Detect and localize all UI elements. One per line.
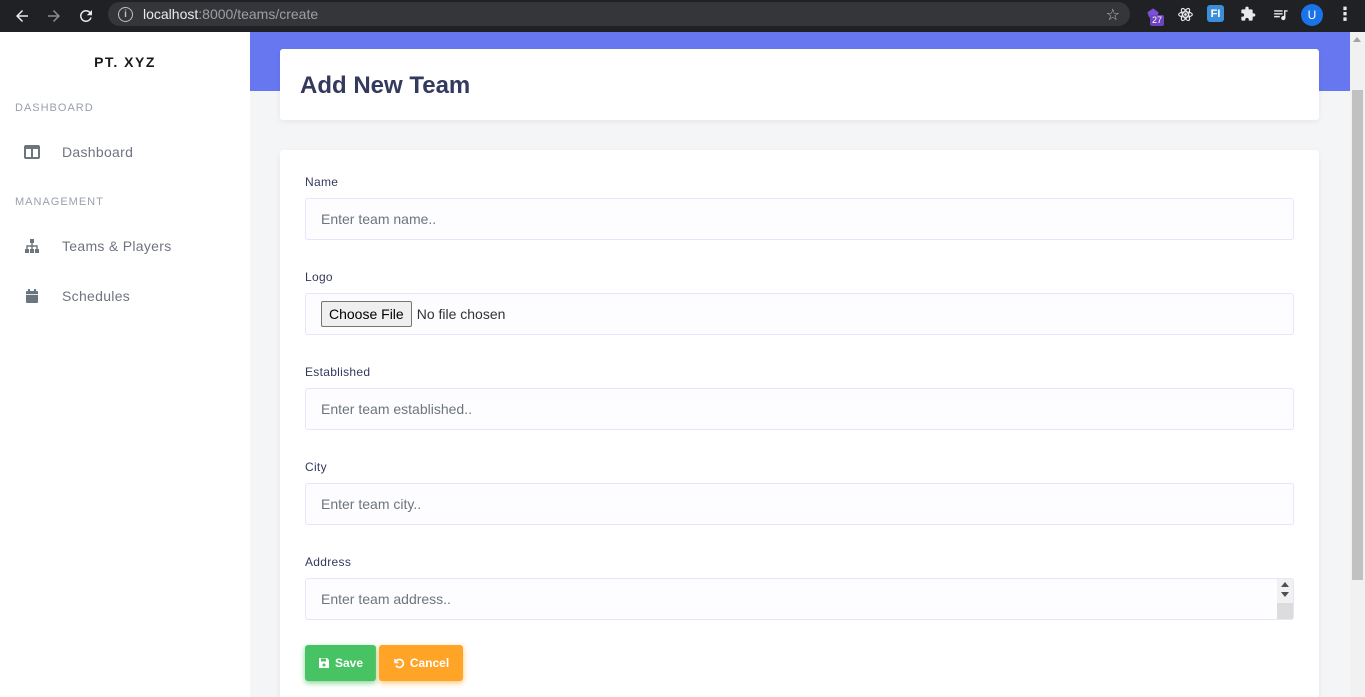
section-header: Add New Team	[280, 49, 1319, 120]
team-address-field	[305, 578, 1294, 620]
columns-icon	[22, 142, 42, 162]
sidebar-item-label: Schedules	[62, 288, 131, 304]
file-status-text: No file chosen	[416, 306, 506, 322]
scrollbar-thumb[interactable]	[1352, 90, 1363, 580]
save-button[interactable]: Save	[305, 645, 376, 681]
bookmark-star-icon[interactable]: ☆	[1106, 5, 1120, 25]
sidebar-section-management: MANAGEMENT	[15, 196, 104, 208]
cancel-button[interactable]: Cancel	[379, 645, 463, 681]
sidebar-section-dashboard: DASHBOARD	[15, 102, 94, 114]
reload-button[interactable]	[70, 3, 102, 29]
sidebar-item-label: Dashboard	[62, 144, 134, 160]
sidebar-item-label: Teams & Players	[62, 238, 172, 254]
established-label: Established	[305, 365, 371, 379]
arrow-left-icon	[16, 10, 28, 22]
page-title: Add New Team	[300, 72, 471, 99]
sidebar-item-dashboard[interactable]: Dashboard	[0, 134, 250, 170]
team-established-input[interactable]	[305, 388, 1294, 430]
scroll-down-icon[interactable]	[1281, 592, 1289, 597]
cancel-button-label: Cancel	[409, 656, 450, 670]
extension-badge: 27	[1150, 15, 1165, 26]
logo-label: Logo	[305, 270, 333, 284]
page-scrollbar[interactable]	[1350, 32, 1365, 697]
resize-grip[interactable]	[1277, 603, 1293, 619]
save-button-label: Save	[334, 656, 364, 670]
browser-toolbar: i localhost:8000/teams/create ☆ 27 FI U …	[0, 0, 1365, 32]
team-form-card: Name Logo Choose File No file chosen Est…	[280, 150, 1319, 697]
sitemap-icon	[22, 236, 42, 256]
team-name-input[interactable]	[305, 198, 1294, 240]
fi-extension-icon[interactable]: FI	[1207, 5, 1224, 22]
info-icon[interactable]: i	[118, 6, 133, 22]
scroll-up-arrow-icon[interactable]	[1353, 37, 1361, 42]
address-label: Address	[305, 555, 352, 569]
address-bar[interactable]: i localhost:8000/teams/create ☆	[108, 2, 1130, 26]
scroll-up-icon[interactable]	[1281, 582, 1289, 587]
calendar-icon	[22, 286, 42, 306]
sidebar-item-schedules[interactable]: Schedules	[0, 278, 250, 314]
name-label: Name	[305, 175, 339, 189]
choose-file-button[interactable]: Choose File	[321, 301, 412, 327]
sidebar-brand[interactable]: PT. XYZ	[0, 54, 250, 70]
logo-file-input[interactable]: Choose File No file chosen	[305, 293, 1294, 335]
puzzle-extensions-icon[interactable]	[1238, 4, 1258, 24]
sidebar: PT. XYZ DASHBOARD Dashboard MANAGEMENT T…	[0, 32, 250, 697]
url-text: localhost:8000/teams/create	[143, 6, 319, 22]
textarea-scrollbar[interactable]	[1277, 579, 1293, 619]
browser-menu-icon[interactable]: ⋮	[1336, 4, 1354, 24]
sidebar-item-teams-players[interactable]: Teams & Players	[0, 228, 250, 264]
arrow-right-icon	[48, 10, 60, 22]
team-address-textarea[interactable]	[305, 578, 1294, 620]
forward-button[interactable]	[38, 3, 70, 29]
react-devtools-icon[interactable]	[1175, 4, 1195, 24]
back-button[interactable]	[6, 3, 38, 29]
main-content: Add New Team Name Logo Choose File No fi…	[250, 32, 1350, 697]
media-queue-icon[interactable]	[1270, 4, 1290, 24]
city-label: City	[305, 460, 327, 474]
floppy-disk-icon	[318, 658, 329, 668]
reload-icon	[79, 9, 92, 22]
profile-avatar[interactable]: U	[1301, 4, 1323, 26]
team-city-input[interactable]	[305, 483, 1294, 525]
undo-icon	[394, 658, 404, 669]
